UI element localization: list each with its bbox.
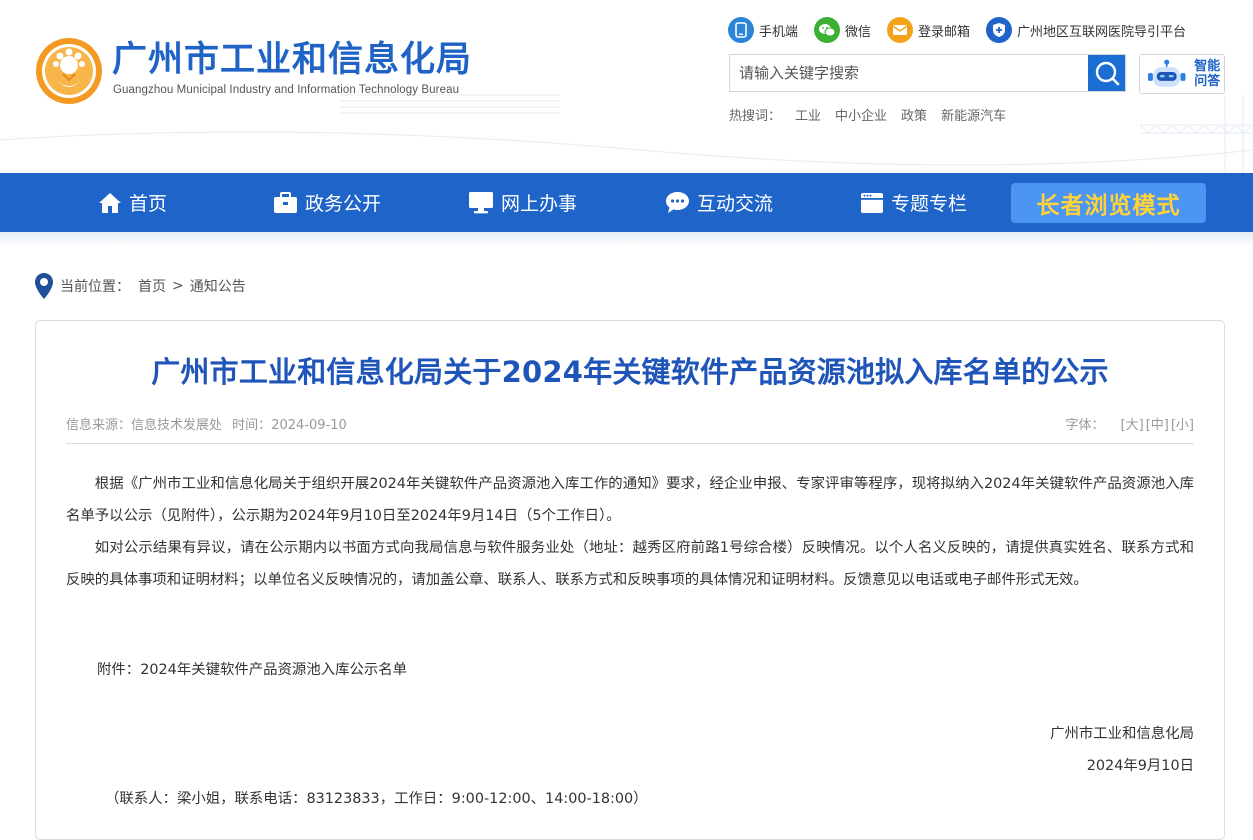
article-title: 广州市工业和信息化局关于2024年关键软件产品资源池拟入库名单的公示 — [151, 355, 1109, 389]
font-size-label: 字体： — [1065, 418, 1105, 433]
article-paragraph: 如对公示结果有异议，请在公示期内以书面方式向我局信息与软件服务业处（地址：越秀区… — [66, 540, 1194, 588]
hot-keyword[interactable]: 新能源汽车 — [941, 105, 1006, 124]
article-body: 根据《广州市工业和信息化局关于组织开展2024年关键软件产品资源池入库工作的通知… — [66, 468, 1194, 596]
mail-link[interactable]: 登录邮箱 — [887, 17, 970, 43]
home-icon — [98, 192, 122, 214]
font-size-medium[interactable]: [中] — [1146, 414, 1169, 433]
signature-org: 广州市工业和信息化局 — [1050, 726, 1194, 742]
time-label: 时间： — [232, 418, 272, 433]
main-nav: 首页 政务公开 网上办事 互动交流 专题专栏 长者浏览模式 — [0, 173, 1253, 232]
ai-assistant-label: 智能 问答 — [1194, 59, 1221, 89]
signature-block: 广州市工业和信息化局 2024年9月10日 — [1050, 718, 1194, 782]
breadcrumb-separator: > — [172, 278, 184, 294]
attachment-label: 附件： — [97, 662, 141, 678]
font-size-small[interactable]: [小] — [1171, 414, 1194, 433]
article-container: 广州市工业和信息化局关于2024年关键软件产品资源池拟入库名单的公示 信息来源：… — [35, 320, 1225, 840]
hot-keyword[interactable]: 政策 — [901, 105, 927, 124]
mail-link-label: 登录邮箱 — [918, 24, 971, 40]
site-header: 广州市工业和信息化局 Guangzhou Municipal Industry … — [0, 0, 1253, 173]
hot-search: 热搜词： 工业 中小企业 政策 新能源汽车 — [729, 105, 1020, 124]
font-size-switcher: 字体： [大] [中] [小] — [1066, 414, 1194, 433]
article-source: 信息技术发展处 — [131, 418, 223, 433]
wechat-link-label: 微信 — [845, 24, 872, 40]
site-subtitle: Guangzhou Municipal Industry and Informa… — [113, 84, 460, 96]
hot-keyword[interactable]: 中小企业 — [835, 105, 887, 124]
site-title: 广州市工业和信息化局 — [112, 40, 473, 80]
contact-info: （联系人：梁小姐，联系电话：83123833，工作日：9:00-12:00、14… — [105, 791, 648, 807]
attachment-line: 附件：2024年关键软件产品资源池入库公示名单 — [97, 658, 407, 679]
title-divider — [66, 443, 1194, 444]
nav-online-services[interactable]: 网上办事 — [468, 173, 577, 232]
wechat-link[interactable]: 微信 — [814, 17, 871, 43]
nav-shadow — [0, 232, 1253, 246]
mobile-link-label: 手机端 — [759, 24, 799, 40]
nav-home[interactable]: 首页 — [98, 173, 167, 232]
nav-interaction-label: 互动交流 — [697, 193, 774, 215]
top-links: 手机端 微信 登录邮箱 广州地区互联网医院导引平台 — [728, 15, 1202, 45]
hospital-guide-link[interactable]: 广州地区互联网医院导引平台 — [986, 17, 1186, 43]
nav-special-topics-label: 专题专栏 — [891, 193, 968, 215]
nav-interaction[interactable]: 互动交流 — [665, 173, 773, 232]
window-icon — [860, 192, 884, 214]
search-box — [729, 54, 1126, 92]
shield-icon — [986, 17, 1013, 43]
attachment-link[interactable]: 2024年关键软件产品资源池入库公示名单 — [140, 662, 407, 678]
elder-mode-button[interactable]: 长者浏览模式 — [1011, 183, 1206, 223]
hot-keyword[interactable]: 工业 — [795, 105, 821, 124]
nav-government-affairs[interactable]: 政务公开 — [273, 173, 381, 232]
hospital-guide-label: 广州地区互联网医院导引平台 — [1017, 24, 1187, 40]
monitor-icon — [468, 191, 494, 214]
signature-date: 2024年9月10日 — [1086, 758, 1194, 774]
search-icon — [1095, 61, 1119, 86]
source-label: 信息来源： — [66, 418, 132, 433]
nav-government-affairs-label: 政务公开 — [305, 193, 382, 215]
search-input[interactable] — [730, 55, 1088, 91]
search-button[interactable] — [1088, 55, 1125, 91]
mail-icon — [887, 17, 914, 43]
chat-icon — [665, 191, 690, 214]
mobile-icon — [728, 17, 754, 43]
breadcrumb-label: 当前位置： — [60, 279, 130, 295]
article-date: 2024-09-10 — [271, 418, 347, 433]
wechat-icon — [814, 17, 841, 43]
article-paragraph: 根据《广州市工业和信息化局关于组织开展2024年关键软件产品资源池入库工作的通知… — [66, 476, 1194, 524]
breadcrumb-home[interactable]: 首页 — [138, 276, 166, 296]
mobile-link[interactable]: 手机端 — [728, 17, 798, 43]
breadcrumb: 当前位置： 首页 > 通知公告 — [34, 272, 246, 300]
briefcase-icon — [273, 191, 298, 214]
nav-home-label: 首页 — [129, 193, 168, 215]
nav-special-topics[interactable]: 专题专栏 — [860, 173, 967, 232]
breadcrumb-notices[interactable]: 通知公告 — [190, 276, 246, 296]
ai-assistant-button[interactable]: 智能 问答 — [1139, 54, 1225, 94]
robot-icon — [1147, 59, 1186, 87]
hot-search-label: 热搜词： — [729, 109, 782, 124]
font-size-large[interactable]: [大] — [1121, 414, 1144, 433]
nav-online-services-label: 网上办事 — [501, 193, 578, 215]
bureau-logo-icon[interactable] — [34, 36, 104, 106]
article-meta: 信息来源：信息技术发展处 时间：2024-09-10 — [66, 414, 353, 433]
location-pin-icon — [34, 272, 54, 300]
